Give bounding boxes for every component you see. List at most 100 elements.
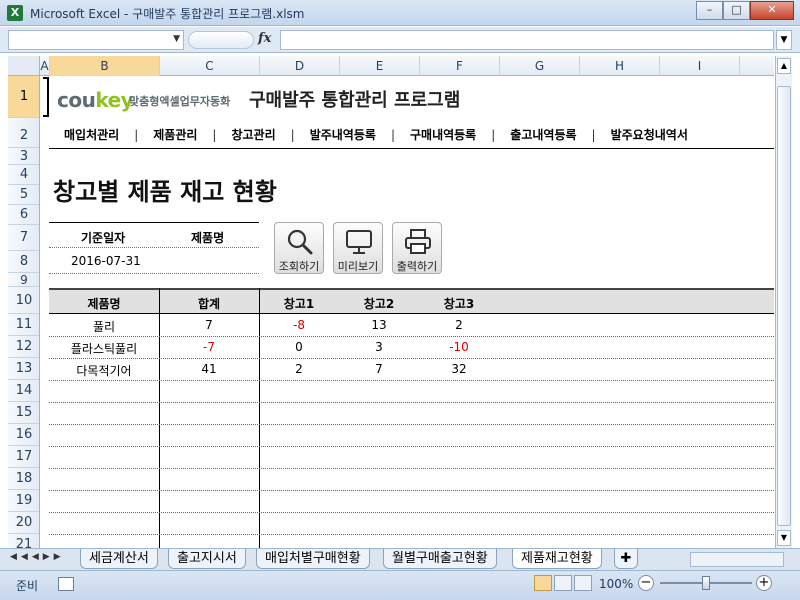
column-header-a[interactable]: A [40, 56, 50, 76]
row-header-17[interactable]: 17 [8, 446, 39, 468]
table-row[interactable]: 플라스틱풀리 -7 0 3 -10 [49, 337, 774, 359]
insert-function-icon[interactable]: fx [258, 31, 271, 46]
zoom-out-icon[interactable]: − [638, 575, 654, 591]
table-row[interactable]: 풀리 7 -8 13 2 [49, 315, 774, 337]
program-title: 구매발주 통합관리 프로그램 [249, 90, 461, 111]
table-row-empty[interactable] [49, 425, 774, 447]
worksheet: coukey 맞춤형엑셀업무자동화 구매발주 통합관리 프로그램 매입처관리 |… [41, 77, 774, 548]
table-row-empty[interactable] [49, 447, 774, 469]
formula-bar: ▼ fx ▼ [0, 27, 800, 53]
expand-formula-bar-button[interactable]: ▼ [776, 30, 792, 50]
nav-item-order-request[interactable]: 발주요청내역서 [596, 126, 703, 143]
row-header-3[interactable]: 3 [8, 148, 39, 165]
sheet-tab-supplier-purchases[interactable]: 매입처별구매현황 [256, 549, 370, 569]
normal-view-icon[interactable] [534, 575, 552, 591]
minimize-button[interactable]: – [696, 1, 723, 20]
column-header-b[interactable]: B [50, 56, 160, 76]
column-header-c[interactable]: C [160, 56, 260, 76]
maximize-button[interactable]: □ [723, 1, 750, 20]
warehouse-2-qty: 3 [375, 340, 383, 354]
warehouse-3-qty: 2 [455, 318, 463, 332]
filter-header: 기준일자 제품명 [49, 222, 259, 248]
magnifier-icon [287, 229, 313, 255]
row-header-1[interactable]: 1 [8, 76, 39, 118]
row-header-5[interactable]: 5 [8, 185, 39, 205]
column-header-i[interactable]: I [660, 56, 740, 76]
zoom-slider-thumb[interactable] [702, 576, 710, 590]
preview-button[interactable]: 미리보기 [333, 222, 383, 274]
product-name: 플라스틱풀리 [70, 342, 138, 356]
column-header-h[interactable]: H [580, 56, 660, 76]
preview-button-label: 미리보기 [337, 260, 379, 273]
column-header-d[interactable]: D [260, 56, 340, 76]
print-button[interactable]: 출력하기 [392, 222, 442, 274]
row-header-19[interactable]: 19 [8, 490, 39, 512]
formula-tools: fx [188, 30, 278, 50]
row-header-4[interactable]: 4 [8, 165, 39, 185]
column-header-f[interactable]: F [420, 56, 500, 76]
date-value[interactable]: 2016-07-31 [71, 254, 141, 268]
zoom-in-icon[interactable]: + [756, 575, 772, 591]
nav-item-shipment-entry[interactable]: 출고내역등록 [495, 126, 591, 143]
nav-item-order-entry[interactable]: 발주내역등록 [295, 126, 391, 143]
nav-item-products[interactable]: 제품관리 [138, 126, 212, 143]
nav-item-suppliers[interactable]: 매입처관리 [49, 126, 134, 143]
row-header-2[interactable]: 2 [8, 118, 39, 148]
table-row[interactable]: 다목적기어 41 2 7 32 [49, 359, 774, 381]
row-header-16[interactable]: 16 [8, 424, 39, 446]
sheet-tab-monthly-summary[interactable]: 월별구매출고현황 [383, 549, 497, 569]
row-header-8[interactable]: 8 [8, 251, 39, 273]
zoom-level[interactable]: 100% [599, 577, 633, 591]
sheet-tab-tax-invoice[interactable]: 세금계산서 [80, 549, 158, 569]
table-row-empty[interactable] [49, 513, 774, 535]
insert-sheet-icon[interactable]: ✚ [614, 549, 638, 569]
row-header-21[interactable]: 21 [8, 534, 39, 548]
close-button[interactable]: ✕ [750, 1, 794, 20]
row-header-9[interactable]: 9 [8, 273, 39, 287]
active-cell-outline [43, 77, 49, 117]
tab-scroll-icons[interactable]: ◀◀◀▶▶ [10, 552, 65, 562]
table-row-empty[interactable] [49, 403, 774, 425]
row-header-12[interactable]: 12 [8, 336, 39, 358]
row-header-18[interactable]: 18 [8, 468, 39, 490]
scroll-thumb[interactable] [777, 86, 791, 526]
status-bar: 준비 100% − + [0, 570, 800, 600]
row-header-6[interactable]: 6 [8, 205, 39, 225]
search-button[interactable]: 조회하기 [274, 222, 324, 274]
row-header-14[interactable]: 14 [8, 380, 39, 402]
sheet-tab-bar: ◀◀◀▶▶ 세금계산서 출고지시서 매입처별구매현황 월별구매출고현황 제품재고… [0, 548, 800, 570]
table-row-empty[interactable] [49, 381, 774, 403]
column-header-g[interactable]: G [500, 56, 580, 76]
horizontal-scrollbar[interactable] [690, 552, 784, 567]
macro-record-icon[interactable] [58, 577, 74, 591]
printer-icon [405, 229, 431, 254]
select-all-corner[interactable] [8, 56, 40, 76]
page-layout-view-icon[interactable] [554, 575, 572, 591]
vertical-scrollbar[interactable]: ▲ ▼ [775, 56, 792, 548]
column-header-e[interactable]: E [340, 56, 420, 76]
sheet-tab-shipping-order[interactable]: 출고지시서 [168, 549, 246, 569]
sheet-tab-product-stock[interactable]: 제품재고현황 [512, 549, 602, 569]
formula-input[interactable] [280, 30, 774, 50]
nav-item-warehouses[interactable]: 창고관리 [216, 126, 290, 143]
view-buttons [534, 575, 592, 591]
row-header-11[interactable]: 11 [8, 314, 39, 336]
scroll-up-icon[interactable]: ▲ [777, 58, 791, 74]
row-header-20[interactable]: 20 [8, 512, 39, 534]
product-name: 풀리 [92, 320, 116, 334]
product-value[interactable] [179, 254, 249, 270]
row-header-10[interactable]: 10 [8, 287, 39, 314]
warehouse-3-qty: -10 [449, 340, 469, 354]
row-header-15[interactable]: 15 [8, 402, 39, 424]
name-box[interactable]: ▼ [8, 30, 184, 50]
nav-item-purchase-entry[interactable]: 구매내역등록 [395, 126, 491, 143]
window-title: Microsoft Excel - 구매발주 통합관리 프로그램.xlsm [30, 7, 305, 21]
table-row-empty[interactable] [49, 491, 774, 513]
page-break-view-icon[interactable] [574, 575, 592, 591]
scroll-down-icon[interactable]: ▼ [777, 530, 791, 546]
chevron-down-icon[interactable]: ▼ [173, 34, 180, 44]
main-nav: 매입처관리 | 제품관리 | 창고관리 | 발주내역등록 | 구매내역등록 | … [49, 121, 774, 149]
table-row-empty[interactable] [49, 469, 774, 491]
row-header-7[interactable]: 7 [8, 225, 39, 251]
row-header-13[interactable]: 13 [8, 358, 39, 380]
